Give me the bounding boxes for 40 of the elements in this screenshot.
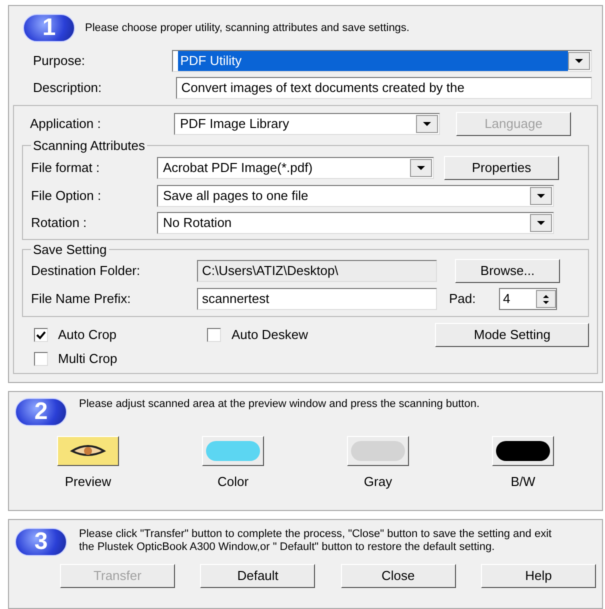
dropdown-field[interactable]: PDF Utility — [172, 50, 592, 72]
field-label: Application : — [30, 115, 102, 134]
dropdown-field[interactable]: No Rotation — [157, 212, 554, 234]
field-label: Purpose: — [33, 52, 86, 70]
instruction-text: Please choose proper utility, scanning attributes and save settings. — [85, 20, 410, 36]
dropdown-field[interactable]: Save all pages to one file — [157, 184, 554, 206]
field-label: Rotation : — [31, 214, 88, 232]
field-label: Description: — [33, 79, 103, 98]
push-button[interactable]: Properties — [444, 156, 559, 180]
checkbox-square[interactable] — [34, 328, 48, 342]
instruction-text: Please click "Transfer" button to complete the process, "Close" button to save the setting and exit the Plustek OpticBook A300 Window,or " Default" button to restore the default setting. — [79, 528, 553, 554]
instruction-text: Please adjust scanned area at the preview window and press the scanning button. — [79, 398, 481, 411]
group-title: Scanning Attributes — [32, 137, 146, 155]
spin-arrows-icon[interactable] — [536, 290, 556, 308]
field-label: File format : — [31, 158, 101, 177]
dropdown-field[interactable]: PDF Image Library — [174, 113, 440, 135]
checkbox-square[interactable] — [207, 328, 222, 342]
push-button[interactable]: Mode Setting — [435, 323, 589, 347]
push-button[interactable]: Help — [480, 564, 596, 588]
push-button[interactable]: Default — [200, 564, 316, 588]
checkbox[interactable]: Auto Deskew — [207, 325, 436, 345]
checkbox[interactable]: Multi Crop — [34, 349, 118, 368]
checkbox-square[interactable] — [34, 352, 48, 366]
pad-spinner[interactable]: 4 — [499, 288, 557, 310]
folder-field[interactable]: C:\Users\ATIZ\Desktop\ — [197, 260, 437, 282]
step-number-badge: 3 — [15, 528, 67, 556]
step-number-badge: 2 — [15, 398, 67, 426]
field-label: File Name Prefix: — [31, 290, 132, 308]
group-title: Save Setting — [32, 240, 108, 259]
push-button[interactable]: Close — [340, 564, 456, 588]
description-field[interactable]: Convert images of text documents created by the — [176, 77, 592, 99]
checkbox[interactable]: Auto Crop — [34, 325, 208, 345]
field-label: Destination Folder: — [31, 262, 142, 280]
field-label: File Option : — [31, 186, 102, 205]
field-label: Pad: — [449, 290, 477, 308]
step-number-badge: 1 — [23, 14, 75, 42]
push-button[interactable]: Browse... — [455, 259, 560, 283]
prefix-field[interactable]: scannertest — [197, 288, 437, 310]
eye-icon — [58, 437, 118, 465]
dropdown-field[interactable]: Acrobat PDF Image(*.pdf) — [157, 156, 434, 178]
